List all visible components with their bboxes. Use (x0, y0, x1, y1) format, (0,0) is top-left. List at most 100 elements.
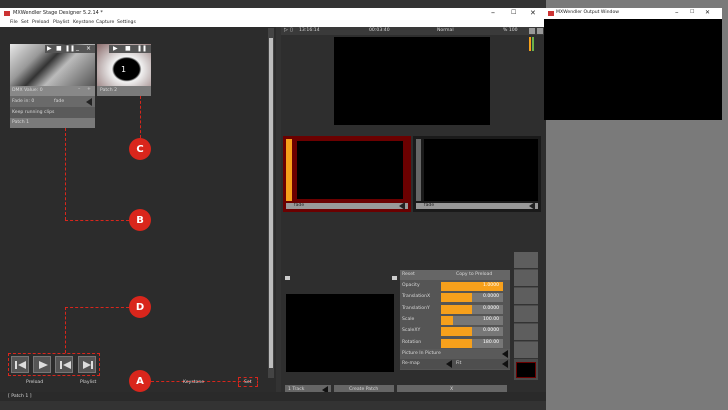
skip-back-button[interactable] (11, 356, 29, 373)
property-row: Opacity 1.0000 (400, 281, 510, 292)
dmx-value-label: DMX Value: 0 (12, 88, 43, 93)
property-value: 180.00 (483, 339, 500, 345)
property-row: Scale 100.00 (400, 315, 510, 326)
stop-icon[interactable]: ■ (125, 46, 131, 52)
fade-arrow-icon[interactable] (86, 98, 92, 106)
previous-button[interactable] (55, 356, 73, 373)
property-slider[interactable]: 100.00 (441, 315, 503, 325)
patch-tile-2[interactable]: 1 ▶ ■ ❚❚ Patch 2 (97, 44, 151, 96)
dmx-row: DMX Value: 0 – + (10, 86, 95, 96)
layer-2-mode-bar[interactable]: fade (416, 202, 538, 210)
patch-2-transport: ▶ ■ ❚❚ (109, 45, 151, 53)
property-label: Scale (402, 316, 415, 322)
minimize-tile-icon[interactable]: _ (76, 45, 79, 51)
layer-1[interactable]: fade (283, 136, 411, 212)
slot-button-2[interactable] (514, 270, 538, 287)
maximize-icon[interactable]: ☐ (511, 10, 516, 16)
output-minimize-icon[interactable]: – (675, 9, 679, 16)
right-button-column (514, 252, 538, 380)
property-slider[interactable]: 1.0000 (441, 282, 503, 291)
menu-settings[interactable]: Settings (117, 20, 136, 26)
patch-name: Patch 1 (12, 120, 29, 125)
property-slider[interactable]: 0.0000 (441, 327, 503, 337)
skip-forward-button[interactable] (78, 356, 96, 373)
menu-capture[interactable]: Capture (96, 20, 114, 26)
menu-playlist[interactable]: Playlist (53, 20, 69, 26)
mini-preview-icon (285, 276, 290, 280)
remap-label: Re-map (402, 361, 420, 366)
slot-button-3[interactable] (514, 288, 538, 305)
layer-2-arrow-icon[interactable] (529, 202, 535, 210)
slot-button-6[interactable] (514, 342, 538, 359)
menu-set[interactable]: Set (21, 20, 29, 26)
close-icon[interactable]: ✕ (530, 10, 536, 17)
patch-tile-1[interactable]: ▶ ■ ❚❚ _ × DMX Value: 0 – + Fade in: 0 f… (10, 44, 95, 128)
output-close-icon[interactable]: ✕ (705, 10, 710, 16)
dmx-minus-icon[interactable]: – (78, 87, 80, 93)
status-text: [ Patch 1 ] (8, 394, 32, 399)
property-slider[interactable]: 0.0000 (441, 293, 503, 303)
copy-to-preload-button[interactable]: Copy to Preload (456, 272, 492, 278)
pip-row[interactable]: Picture In Picture (400, 349, 510, 359)
property-label: Opacity (402, 283, 420, 288)
play-icon[interactable]: ▶ (113, 46, 118, 52)
slot-button-1[interactable] (514, 252, 538, 269)
tab-playlist[interactable]: Playlist (80, 380, 96, 386)
layer-2-opacity-slider[interactable] (416, 139, 421, 201)
scrollbar-thumb[interactable] (269, 38, 273, 368)
patch-2-name-row: Patch 2 (97, 86, 151, 96)
fade-mode[interactable]: fade (54, 99, 64, 105)
skip-back-bar-icon (15, 361, 17, 369)
reset-button[interactable]: Reset (402, 272, 415, 278)
output-maximize-icon[interactable]: ☐ (690, 10, 694, 15)
menu-file[interactable]: File (10, 20, 18, 26)
slot-button-4[interactable] (514, 306, 538, 323)
add-icon[interactable] (529, 28, 535, 34)
property-slider[interactable]: 0.0000 (441, 304, 503, 314)
blend-mode[interactable]: Normal (437, 28, 454, 34)
property-value: 0.0000 (483, 305, 500, 311)
level-meter-right (532, 37, 534, 51)
preview-pause-icon[interactable]: ▯ (290, 28, 293, 33)
close-tile-icon[interactable]: × (86, 46, 91, 52)
patch-2-number: 1 (121, 65, 127, 74)
remap-right-arrow-icon[interactable] (502, 360, 508, 368)
fade-in-label: Fade in: 0 (12, 99, 35, 104)
pause-icon[interactable]: ❚❚ (65, 46, 75, 52)
menu-keystone[interactable]: Keystone (73, 20, 94, 26)
dmx-plus-icon[interactable]: + (87, 87, 91, 93)
menu-preload[interactable]: Preload (32, 20, 49, 26)
tab-preload[interactable]: Preload (26, 380, 43, 386)
tab-set[interactable]: Set (244, 380, 252, 386)
layer-2[interactable]: fade (413, 136, 541, 212)
remove-icon[interactable] (537, 28, 543, 34)
zoom-level[interactable]: % 100 (503, 28, 518, 34)
property-label: Rotation (402, 339, 422, 345)
property-slider[interactable]: 180.00 (441, 338, 503, 348)
remap-arrow-icon[interactable] (446, 360, 452, 368)
pause-icon[interactable]: ❚❚ (137, 46, 147, 52)
output-window-title: MXWendler Output Window (556, 10, 620, 15)
remap-row[interactable]: Re-map Fit (400, 359, 510, 369)
layer-1-arrow-icon[interactable] (399, 202, 405, 210)
stop-icon[interactable]: ■ (56, 46, 62, 52)
callout-b-line-v (65, 128, 66, 220)
play-icon[interactable]: ▶ (47, 46, 52, 52)
preview-play-icon[interactable]: ▷ (284, 28, 288, 33)
tab-keystone[interactable]: Keystone (183, 380, 204, 386)
pip-arrow-icon[interactable] (502, 350, 508, 358)
patch-transport: ▶ ■ ❚❚ _ × (45, 45, 95, 53)
mini-layer-thumb[interactable] (516, 362, 536, 378)
minimize-icon[interactable]: – (491, 9, 495, 17)
property-row: ScaleXY 0.0000 (400, 326, 510, 337)
keep-running-row[interactable]: Keep running clips (10, 107, 95, 118)
layer-1-mode-bar[interactable]: fade (286, 202, 408, 210)
app-logo-icon (4, 11, 10, 16)
property-slider-fill (441, 338, 472, 348)
layer-1-opacity-slider[interactable] (286, 139, 292, 201)
play-button[interactable] (33, 356, 51, 373)
scrollbar-track[interactable] (268, 28, 274, 378)
callout-c: C (129, 138, 151, 160)
level-meter-left (529, 37, 531, 51)
slot-button-5[interactable] (514, 324, 538, 341)
